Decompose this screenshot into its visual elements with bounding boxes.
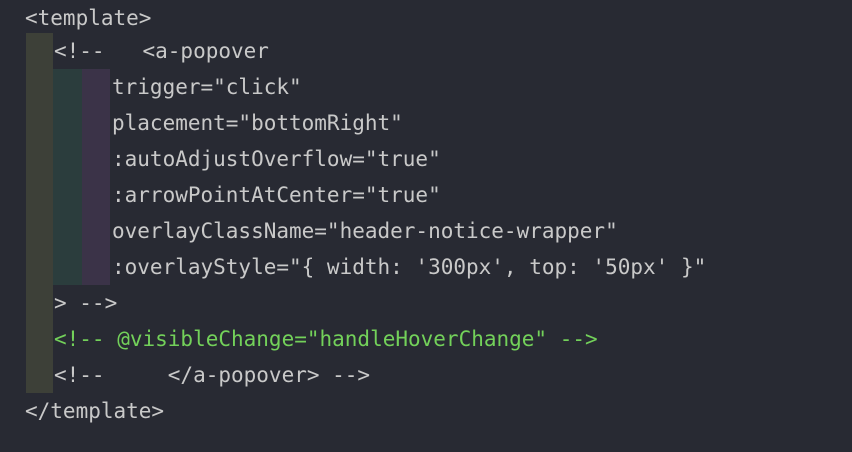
code-line-12: </template> bbox=[25, 399, 165, 423]
code-line-11: <!-- </a-popover> --> bbox=[54, 363, 371, 387]
code-line-1: <template> bbox=[25, 6, 152, 30]
indent-guide-level-1 bbox=[26, 33, 53, 393]
code-line-8: :overlayStyle="{ width: '300px', top: '5… bbox=[112, 255, 707, 279]
code-line-3: trigger="click" bbox=[112, 75, 302, 99]
indent-guide-level-2 bbox=[53, 69, 82, 285]
code-line-7: overlayClassName="header-notice-wrapper" bbox=[112, 219, 618, 243]
code-line-4: placement="bottomRight" bbox=[112, 111, 403, 135]
indent-guide-level-3 bbox=[82, 69, 110, 285]
code-line-9: > --> bbox=[54, 291, 118, 315]
code-editor[interactable]: <template> <!-- <a-popover trigger="clic… bbox=[0, 0, 852, 452]
code-line-6: :arrowPointAtCenter="true" bbox=[112, 183, 441, 207]
code-line-2: <!-- <a-popover bbox=[54, 39, 269, 63]
code-line-10-comment: <!-- @visibleChange="handleHoverChange" … bbox=[54, 327, 598, 351]
code-line-5: :autoAdjustOverflow="true" bbox=[112, 147, 441, 171]
